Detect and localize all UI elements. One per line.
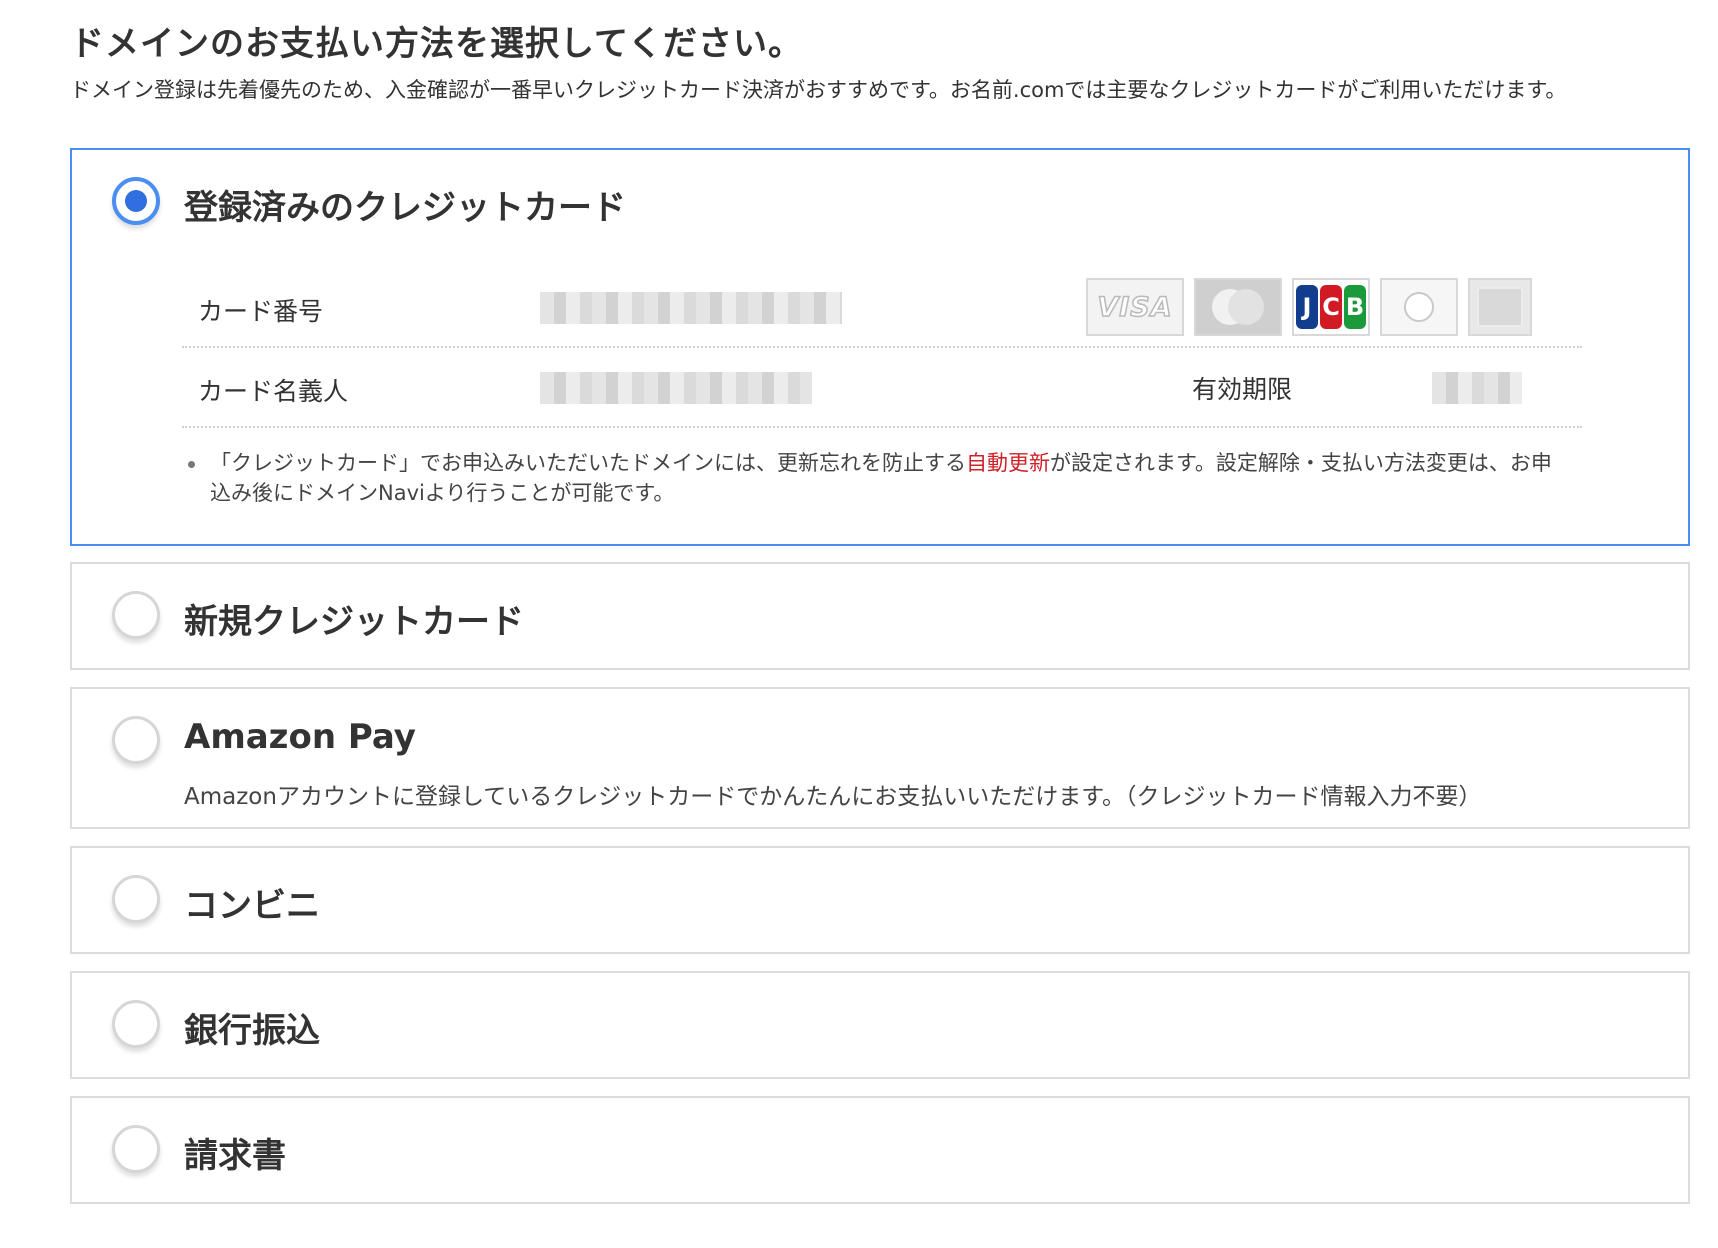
auto-renew-link: 自動更新: [966, 451, 1050, 475]
card-number-masked-value: [540, 292, 842, 324]
card-holder-label: カード名義人: [198, 377, 349, 406]
radio-new-card[interactable]: [112, 591, 160, 639]
option-new-card[interactable]: 新規クレジットカード: [70, 562, 1690, 670]
amazon-pay-description: Amazonアカウントに登録しているクレジットカードでかんたんにお支払いいただけ…: [184, 784, 1482, 810]
option-label-registered-card: 登録済みのクレジットカード: [184, 188, 626, 228]
option-registered-card[interactable]: 登録済みのクレジットカード VISA JCB カード番号 カード名義人 有効期限…: [70, 148, 1690, 546]
expiry-masked-value: [1432, 372, 1522, 404]
card-holder-masked-value: [540, 372, 812, 404]
radio-bank-transfer[interactable]: [112, 1000, 160, 1048]
card-number-row: カード番号: [182, 268, 1582, 348]
auto-renew-note-text: 「クレジットカード」でお申込みいただいたドメインには、更新忘れを防止する自動更新…: [210, 451, 1552, 505]
option-label-convenience-store: コンビニ: [184, 886, 320, 926]
page-lead-text: ドメイン登録は先着優先のため、入金確認が一番早いクレジットカード決済がおすすめで…: [70, 78, 1567, 102]
option-label-bank-transfer: 銀行振込: [184, 1011, 320, 1051]
option-invoice[interactable]: 請求書: [70, 1096, 1690, 1204]
option-convenience-store[interactable]: コンビニ: [70, 846, 1690, 954]
option-bank-transfer[interactable]: 銀行振込: [70, 971, 1690, 1079]
expiry-label: 有効期限: [1192, 375, 1293, 404]
card-holder-row: カード名義人 有効期限: [182, 348, 1582, 428]
option-label-invoice: 請求書: [184, 1136, 286, 1176]
option-label-new-card: 新規クレジットカード: [184, 602, 524, 642]
page-title: ドメインのお支払い方法を選択してください。: [70, 24, 803, 64]
radio-convenience-store[interactable]: [112, 875, 160, 923]
radio-invoice[interactable]: [112, 1125, 160, 1173]
option-amazon-pay[interactable]: Amazon Pay Amazonアカウントに登録しているクレジットカードでかん…: [70, 687, 1690, 829]
card-number-label: カード番号: [198, 297, 324, 326]
radio-registered-card[interactable]: [112, 177, 160, 225]
bullet-icon: [188, 461, 195, 468]
radio-amazon-pay[interactable]: [112, 716, 160, 764]
option-label-amazon-pay: Amazon Pay: [184, 717, 416, 757]
